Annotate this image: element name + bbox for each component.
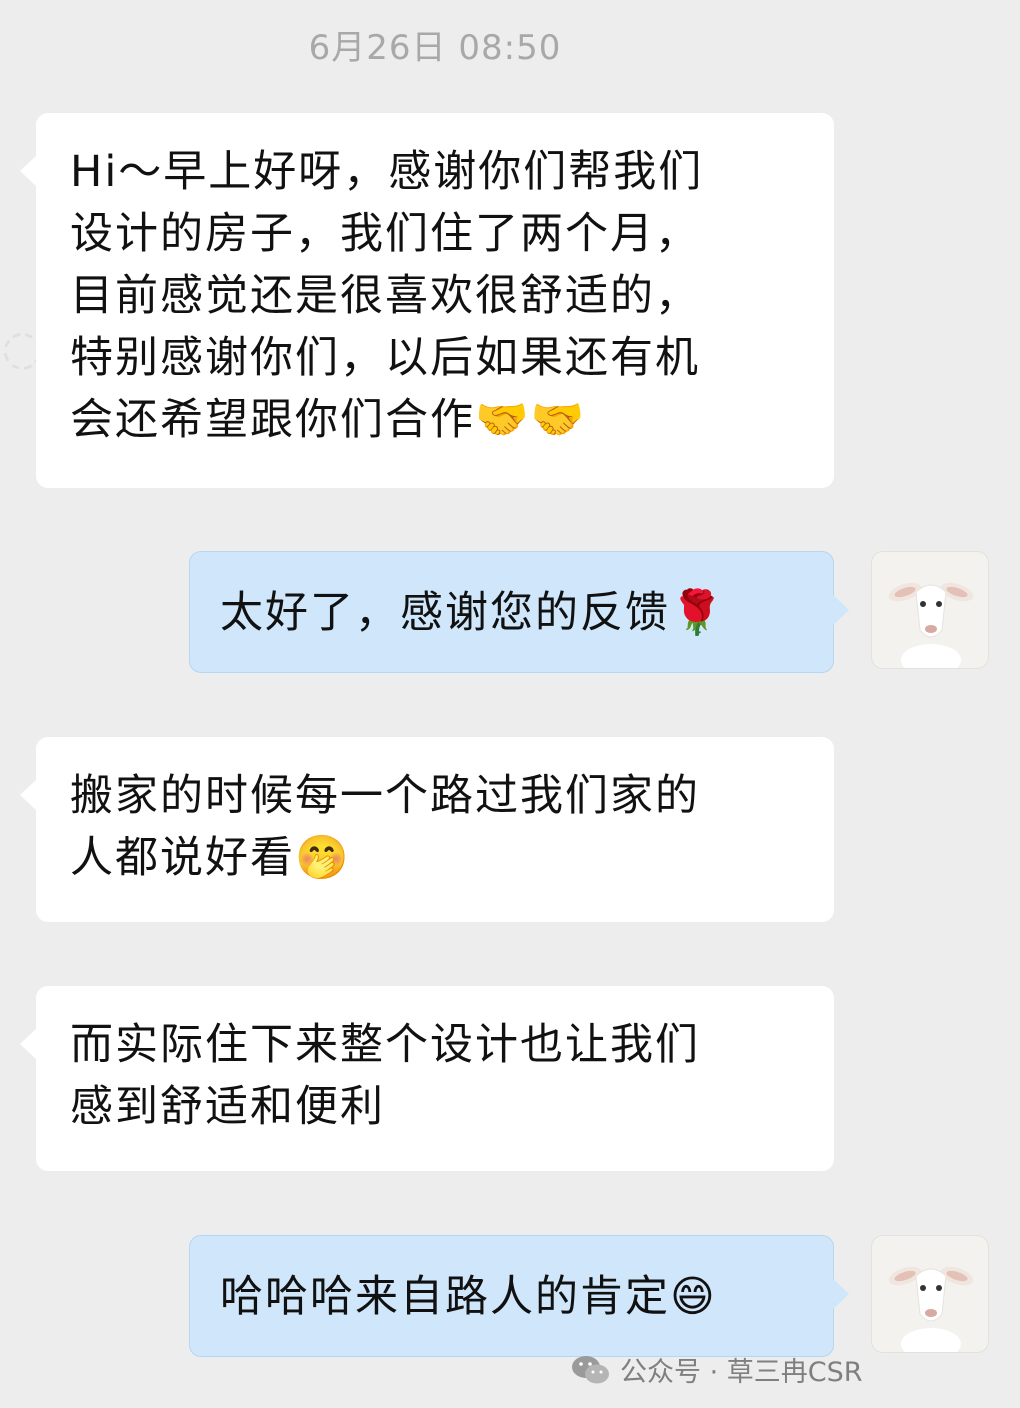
message-bubble-outgoing[interactable]: 哈哈哈来自路人的肯定😄 — [189, 1235, 849, 1357]
chat-timestamp: 6月26日 08:50 — [308, 28, 562, 68]
message-bubble-incoming[interactable]: 搬家的时候每一个路过我们家的 人都说好看🤭 — [20, 737, 834, 922]
user-avatar[interactable] — [871, 551, 989, 669]
message-bubble-incoming[interactable]: 而实际住下来整个设计也让我们 感到舒适和便利 — [20, 986, 834, 1171]
watermark-text: 公众号 · 草三冉CSR — [620, 1357, 863, 1388]
source-watermark: 公众号 · 草三冉CSR — [570, 1350, 863, 1389]
lamb-avatar-icon — [888, 582, 974, 668]
message-bubble-outgoing[interactable]: 太好了，感谢您的反馈🌹 — [189, 551, 849, 673]
message-bubble-incoming[interactable]: Hi～早上好呀，感谢你们帮我们 设计的房子，我们住了两个月， 目前感觉还是很喜欢… — [20, 113, 834, 488]
lamb-avatar-icon — [888, 1266, 974, 1352]
user-avatar[interactable] — [871, 1235, 989, 1353]
wechat-icon — [572, 1355, 609, 1383]
